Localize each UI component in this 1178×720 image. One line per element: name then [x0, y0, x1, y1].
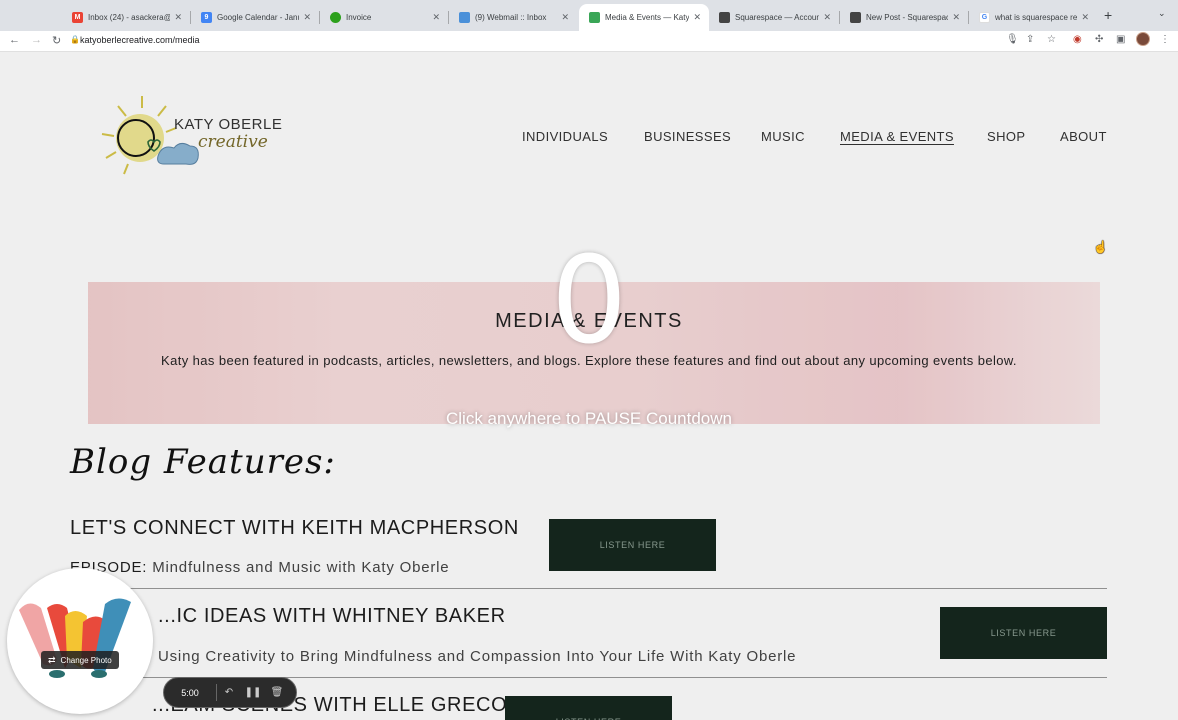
tab-strip: M Inbox (24) - asackera@ ✕ 9 Google Cale… — [0, 0, 1178, 31]
pause-icon[interactable]: ❚❚ — [241, 687, 265, 698]
lock-icon[interactable]: 🔒 — [70, 35, 80, 44]
squarespace-icon — [719, 12, 730, 23]
forward-icon[interactable]: → — [31, 34, 42, 46]
countdown-number: 0 — [550, 232, 628, 371]
mouse-pointer-icon: ☝ — [1093, 240, 1108, 254]
tab-media-events[interactable]: Media & Events — Katy ✕ — [579, 4, 709, 31]
reload-icon[interactable]: ↻ — [52, 34, 61, 47]
tab-title: Inbox (24) - asackera@ — [88, 13, 171, 22]
change-photo-button[interactable]: ⇄ Change Photo — [41, 651, 119, 669]
tab-title: (9) Webmail :: Inbox — [475, 13, 547, 22]
swap-icon: ⇄ — [48, 654, 56, 665]
microphone-icon[interactable]: 🎙 — [1006, 34, 1019, 45]
bookmark-star-icon[interactable]: ☆ — [1047, 34, 1056, 45]
calendar-icon: 9 — [201, 12, 212, 23]
site-favicon-icon — [589, 12, 600, 23]
wave-logo-icon — [19, 598, 131, 678]
gmail-icon: M — [72, 12, 83, 23]
tab-search-chevron-icon[interactable]: ⌄ — [1158, 8, 1166, 19]
share-icon[interactable]: ⇪ — [1026, 34, 1034, 45]
address-bar-row: ← → ↻ 🔒 katyoberlecreative.com/media 🎙 ⇪… — [0, 31, 1178, 52]
tab-title: what is squarespace re — [995, 13, 1078, 22]
tab-title: Google Calendar - Janu — [217, 13, 300, 22]
tab-google-search[interactable]: G what is squarespace re ✕ — [969, 4, 1097, 31]
pause-countdown-message[interactable]: Click anywhere to PAUSE Countdown — [0, 409, 1178, 429]
side-panel-icon[interactable]: ▣ — [1116, 34, 1125, 45]
close-icon[interactable]: ✕ — [432, 12, 440, 23]
change-photo-label: Change Photo — [60, 655, 112, 665]
tab-gmail[interactable]: M Inbox (24) - asackera@ ✕ — [62, 4, 190, 31]
close-icon[interactable]: ✕ — [823, 12, 831, 23]
tab-new-post[interactable]: New Post - Squarespac ✕ — [840, 4, 968, 31]
close-icon[interactable]: ✕ — [303, 12, 311, 23]
tab-title: Media & Events — Katy — [605, 13, 690, 22]
tab-webmail[interactable]: (9) Webmail :: Inbox ✕ — [449, 4, 577, 31]
url-field[interactable]: katyoberlecreative.com/media — [80, 35, 200, 45]
recorder-camera-bubble[interactable] — [7, 568, 153, 714]
close-icon[interactable]: ✕ — [1081, 12, 1089, 23]
tab-title: Invoice — [346, 13, 372, 22]
tab-title: New Post - Squarespac — [866, 13, 949, 22]
undo-icon[interactable]: ↶ — [217, 687, 241, 698]
close-icon[interactable]: ✕ — [693, 12, 701, 23]
close-icon[interactable]: ✕ — [561, 12, 569, 23]
extensions-puzzle-icon[interactable]: ✣ — [1095, 34, 1103, 45]
quickbooks-icon — [330, 12, 341, 23]
back-icon[interactable]: ← — [9, 34, 20, 46]
recorder-controls: 5:00 ↶ ❚❚ 🗑 — [163, 677, 297, 708]
tab-squarespace-account[interactable]: Squarespace — Accoun ✕ — [709, 4, 839, 31]
squarespace-icon — [850, 12, 861, 23]
close-icon[interactable]: ✕ — [174, 12, 182, 23]
recording-timer: 5:00 — [181, 687, 199, 698]
google-icon: G — [979, 12, 990, 23]
tab-invoice[interactable]: Invoice ✕ — [320, 4, 448, 31]
more-menu-icon[interactable]: ⋮ — [1160, 34, 1170, 45]
new-tab-icon[interactable]: + — [1104, 7, 1112, 23]
close-icon[interactable]: ✕ — [952, 12, 960, 23]
countdown-overlay[interactable] — [0, 52, 1178, 720]
tab-google-calendar[interactable]: 9 Google Calendar - Janu ✕ — [191, 4, 319, 31]
profile-avatar[interactable] — [1136, 32, 1150, 46]
trash-icon[interactable]: 🗑 — [265, 687, 289, 698]
color-picker-extension-icon[interactable]: ◉ — [1073, 34, 1082, 45]
tab-title: Squarespace — Accoun — [735, 13, 820, 22]
webmail-icon — [459, 12, 470, 23]
